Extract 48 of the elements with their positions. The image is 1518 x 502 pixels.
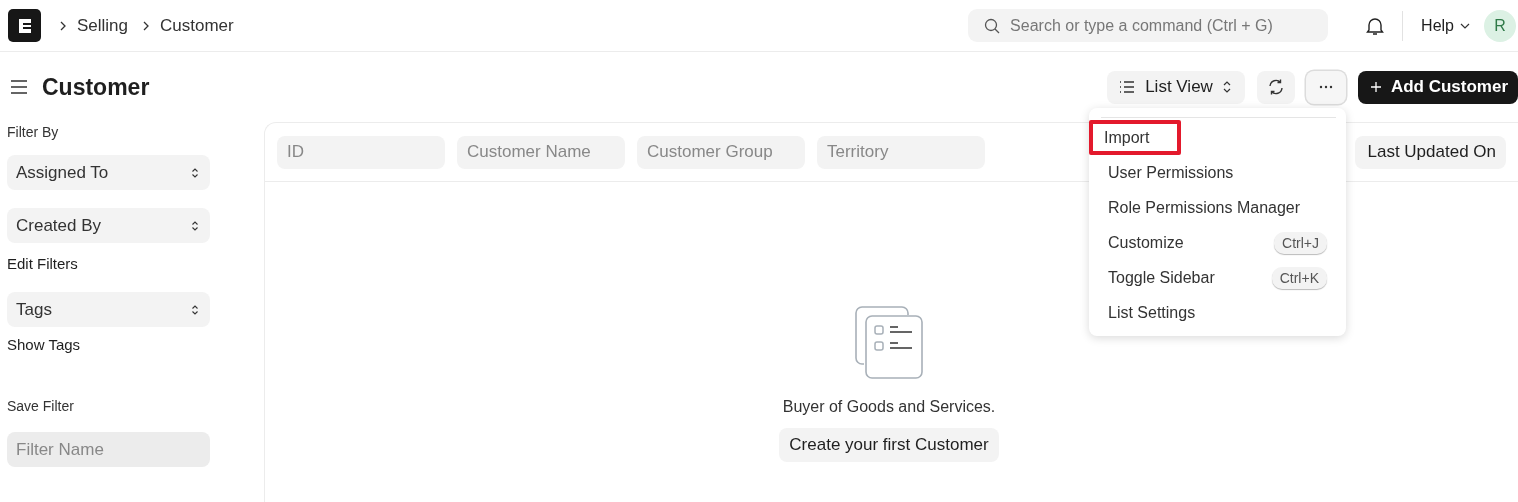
shortcut-key: Ctrl+J: [1274, 231, 1327, 254]
plus-icon: [1369, 81, 1382, 93]
menu-item[interactable]: Toggle Sidebar Ctrl+K: [1089, 260, 1346, 295]
ellipsis-icon: [1318, 85, 1333, 89]
chevron-right-icon: [59, 20, 67, 31]
refresh-button[interactable]: [1256, 70, 1295, 104]
menu-item[interactable]: Import: [1089, 120, 1181, 155]
filter-field[interactable]: Customer Group: [637, 135, 805, 169]
chevron-down-icon: [1460, 22, 1470, 29]
filter-select[interactable]: Assigned To: [7, 155, 210, 190]
filter-field[interactable]: Territory: [817, 135, 985, 169]
search-icon: [984, 18, 1001, 34]
user-avatar[interactable]: R: [1484, 9, 1516, 42]
view-switcher[interactable]: List View: [1107, 70, 1245, 104]
create-first-customer-button[interactable]: Create your first Customer: [779, 428, 999, 462]
menu-item[interactable]: Customize Ctrl+J: [1089, 225, 1346, 260]
menu-item[interactable]: User Permissions: [1089, 155, 1346, 190]
show-tags-link[interactable]: Show Tags: [7, 336, 210, 353]
up-down-chevron-icon: [191, 303, 199, 316]
up-down-chevron-icon: [191, 219, 199, 232]
notification-bell-icon[interactable]: [1366, 15, 1385, 36]
search-field[interactable]: Search or type a command (Ctrl + G): [968, 9, 1329, 42]
empty-list-icon: [855, 306, 923, 380]
filter-field[interactable]: Customer Name: [457, 135, 625, 169]
filter-select[interactable]: Created By: [7, 208, 210, 243]
breadcrumb-link[interactable]: Customer: [160, 15, 234, 36]
sort-button[interactable]: Last Updated On: [1355, 135, 1506, 169]
up-down-chevron-icon: [191, 166, 199, 179]
add-customer-button[interactable]: Add Customer: [1357, 70, 1518, 104]
chevron-right-icon: [142, 20, 151, 31]
filter-field[interactable]: ID: [277, 135, 445, 169]
breadcrumb-link[interactable]: Selling: [77, 15, 129, 36]
menu-item[interactable]: List Settings: [1089, 295, 1346, 330]
page-title: Customer: [42, 73, 150, 101]
filter-heading: Filter By: [7, 124, 60, 140]
save-filter-heading: Save Filter: [7, 398, 75, 414]
shortcut-key: Ctrl+K: [1271, 266, 1327, 289]
up-down-chevron-icon: [1222, 81, 1231, 93]
tags-select[interactable]: Tags: [7, 292, 210, 327]
list-icon: [1119, 81, 1136, 93]
edit-filters-link[interactable]: Edit Filters: [7, 255, 210, 272]
help-dropdown[interactable]: Help: [1421, 16, 1470, 35]
empty-message: Buyer of Goods and Services.: [782, 398, 996, 416]
refresh-icon: [1266, 78, 1285, 96]
menu-icon[interactable]: [10, 79, 28, 95]
filter-name-field[interactable]: Filter Name: [7, 432, 210, 467]
menu-item[interactable]: Role Permissions Manager: [1089, 190, 1346, 225]
app-logo-icon[interactable]: [8, 9, 41, 42]
